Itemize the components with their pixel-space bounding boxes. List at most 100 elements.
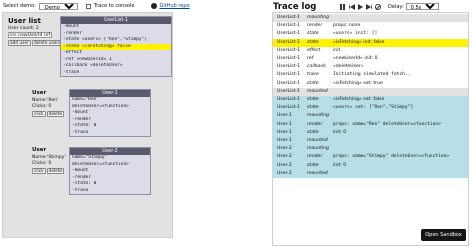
trace-log-row[interactable]: User-1 mounted — [273, 137, 468, 146]
trace-row-kind: mounting — [307, 113, 330, 119]
clear-log-icon[interactable] — [375, 3, 381, 10]
trace-log-row[interactable]: UserList-1 mounted — [273, 87, 468, 96]
trace-row-detail: «isFetching» init: false — [333, 39, 385, 45]
open-sandbox-button[interactable]: Open Sandbox — [421, 229, 466, 241]
trace-log-row[interactable]: User-2 mounted — [273, 169, 468, 178]
trace-log-row[interactable]: User-2 render props: name="Stimpy" deleteU… — [273, 153, 468, 162]
trace-log-row[interactable]: UserList-1 trace Initiating simulated fetc… — [273, 71, 468, 79]
trace-row-kind: state — [307, 97, 319, 102]
trace-log-row[interactable]: UserList-1 state «isFetching» set: true — [273, 80, 468, 88]
card-row[interactable]: -trace — [70, 130, 150, 137]
trace-row-detail: «isFetching» set: true — [333, 80, 383, 86]
add-user-button[interactable]: add user — [8, 40, 31, 46]
delay-select[interactable]: 0.5s — [405, 3, 439, 10]
trace-row-kind: render — [307, 23, 323, 29]
user-2-name: Name:'Stimpy' — [32, 155, 66, 160]
trace-log-controls: Delay: 0.5s — [340, 3, 439, 10]
trace-row-component: UserList-1 — [277, 88, 301, 94]
trace-row-component: User-1 — [277, 113, 292, 119]
trace-log-row[interactable]: UserList-1 state «users» set: ["Ren","Stim… — [273, 104, 468, 113]
trace-console-checkbox[interactable] — [85, 3, 91, 9]
trace-row-detail: «users» init: [] — [333, 31, 378, 37]
user-1-buttons: click delete — [32, 111, 65, 117]
trace-console-label: Trace to console — [93, 3, 135, 9]
userlist-trace-card: UserList-1 -mount -render -state «users»… — [60, 16, 172, 77]
trace-log-row[interactable]: UserList-1 ref «newUserId» init: 0 — [273, 55, 468, 63]
user-count: User count: 2 — [8, 26, 39, 31]
card-header: User-2 — [70, 148, 150, 155]
trace-log-row[interactable]: UserList-1 callback «deleteUser» — [273, 63, 468, 71]
trace-row-component: User-1 — [277, 129, 292, 135]
delay-label: Delay: — [388, 3, 404, 10]
trace-row-detail: «deleteUser» — [333, 64, 364, 70]
user-2-click-button[interactable]: click — [32, 168, 46, 174]
trace-log-row[interactable]: UserList-1 effect init — [273, 47, 468, 55]
trace-row-kind: state — [307, 129, 319, 135]
github-link[interactable]: GitHub repo — [159, 3, 189, 9]
demo-select[interactable]: Demo — [38, 2, 78, 10]
user-1-delete-button[interactable]: delete — [46, 111, 65, 117]
trace-row-kind: state — [307, 105, 319, 111]
trace-log-row[interactable]: User-1 state init: 0 — [273, 128, 468, 137]
trace-row-kind: state — [307, 31, 319, 37]
user-1-title: User — [32, 90, 47, 96]
trace-row-detail: «users» set: ["Ren","Stimpy"] — [333, 105, 414, 111]
delay-control: Delay: 0.5s — [388, 3, 439, 10]
select-demo-label: Select demo: — [3, 3, 36, 9]
trace-row-kind: effect — [307, 47, 321, 53]
github-icon — [151, 3, 158, 9]
trace-row-kind: state — [307, 80, 319, 86]
trace-row-component: UserList-1 — [277, 39, 301, 45]
trace-log-row[interactable]: User-1 mounting — [273, 112, 468, 121]
trace-row-kind: render — [307, 121, 323, 127]
step-forward-icon[interactable] — [358, 3, 363, 10]
trace-log-title: Trace log — [273, 2, 317, 12]
trace-row-detail: «newUserId» init: 0 — [333, 56, 378, 61]
trace-log-panel: UserList-1 mounting UserList-1 render props:… — [272, 12, 469, 246]
user-1-clicks: Clicks: 0 — [32, 104, 52, 109]
card-row[interactable]: -trace — [70, 188, 150, 195]
user-2-trace-card: User-2 name="Stimpy" deleteUser=<functio… — [69, 147, 151, 195]
trace-row-component: UserList-1 — [277, 97, 301, 102]
trace-row-kind: mounted — [307, 170, 328, 176]
trace-row-component: UserList-1 — [277, 15, 301, 20]
trace-row-detail: props: none — [333, 23, 361, 29]
trace-row-detail: props: name="Ren" deleteUser=<function> — [333, 121, 441, 127]
trace-log-row[interactable]: UserList-1 render props: none — [273, 22, 468, 30]
user-list-title: User list — [8, 17, 41, 25]
user-2-buttons: click delete — [32, 168, 65, 174]
trace-log-row[interactable]: UserList-1 mounting — [273, 14, 468, 23]
trace-row-detail: props: name="Stimpy" deleteUser=<functio… — [333, 154, 450, 160]
trace-row-component: User-2 — [277, 162, 292, 168]
github-link-group[interactable]: GitHub repo — [151, 3, 190, 9]
pause-icon[interactable] — [340, 3, 346, 10]
trace-row-detail: init: 0 — [333, 162, 347, 168]
trace-log-row[interactable]: User-2 mounting — [273, 145, 468, 154]
trace-row-component: User-2 — [277, 154, 292, 160]
trace-row-kind: mounting — [307, 146, 330, 152]
trace-row-kind: state — [307, 162, 319, 168]
trace-log-row[interactable]: UserList-1 state «users» init: [] — [273, 30, 468, 38]
trace-row-kind: mounted — [307, 88, 328, 94]
trace-row-component: UserList-1 — [277, 56, 301, 61]
card-row[interactable]: -trace — [61, 70, 171, 77]
trace-log-row[interactable]: UserList-1 state «isFetching» set: false — [273, 96, 468, 105]
trace-row-kind: trace — [307, 72, 319, 78]
trace-row-kind: state — [307, 39, 319, 45]
user-2-delete-button[interactable]: delete — [46, 168, 65, 174]
trace-log-row[interactable]: User-1 render props: name="Ren" deleteUser… — [273, 120, 468, 129]
trace-row-detail: init — [333, 47, 341, 53]
delete-users-button[interactable]: delete users — [31, 40, 63, 46]
trace-log-row[interactable]: User-2 state init: 0 — [273, 161, 468, 170]
trace-row-component: UserList-1 — [277, 72, 301, 78]
trace-row-component: User-1 — [277, 121, 292, 127]
step-back-icon[interactable] — [349, 3, 355, 10]
components-panel: User list User count: 2 inc newUserId re… — [2, 12, 173, 238]
user-1-click-button[interactable]: click — [32, 111, 46, 117]
inc-new-userid-button[interactable]: inc newUserId ref — [8, 32, 53, 38]
trace-row-component: UserList-1 — [277, 47, 301, 53]
skip-to-end-icon[interactable] — [366, 3, 372, 10]
trace-log-row[interactable]: UserList-1 state «isFetching» init: false — [273, 38, 468, 47]
user-2-title: User — [32, 147, 47, 153]
trace-row-component: User-2 — [277, 170, 292, 176]
